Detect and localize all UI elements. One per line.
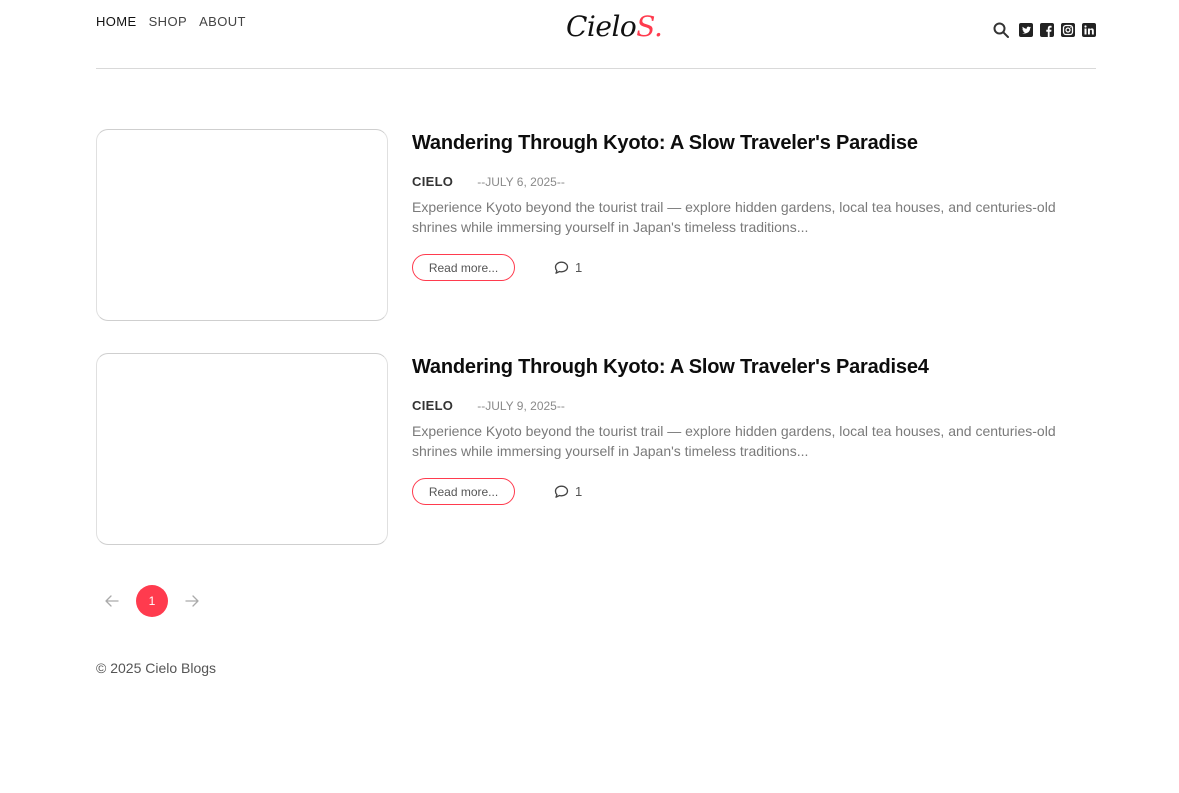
post-meta: CIELO --JULY 6, 2025-- [412, 174, 565, 189]
main-nav: HOME SHOP ABOUT [96, 14, 246, 29]
linkedin-icon[interactable] [1082, 23, 1096, 37]
post-thumbnail[interactable] [96, 129, 388, 321]
post-author[interactable]: CIELO [412, 398, 453, 413]
comments-link[interactable]: 1 [554, 260, 582, 275]
read-more-button[interactable]: Read more... [412, 478, 515, 505]
read-more-button[interactable]: Read more... [412, 254, 515, 281]
logo-text: Cielo [566, 10, 637, 43]
post-title[interactable]: Wandering Through Kyoto: A Slow Traveler… [412, 356, 929, 379]
arrow-left-icon [105, 595, 119, 607]
comments-link[interactable]: 1 [554, 484, 582, 499]
logo-accent: S. [636, 10, 663, 43]
page-number-current[interactable]: 1 [136, 585, 168, 617]
post-excerpt: Experience Kyoto beyond the tourist trai… [412, 423, 1056, 459]
next-page-button[interactable] [176, 585, 208, 617]
post-thumbnail[interactable] [96, 353, 388, 545]
comment-icon [554, 261, 569, 274]
pagination: 1 [96, 585, 208, 617]
comment-count: 1 [575, 484, 583, 499]
post-date: --JULY 9, 2025-- [477, 398, 565, 413]
prev-page-button[interactable] [96, 585, 128, 617]
arrow-right-icon [185, 595, 199, 607]
nav-shop[interactable]: SHOP [149, 14, 187, 29]
nav-about[interactable]: ABOUT [199, 14, 246, 29]
footer-copyright: © 2025 Cielo Blogs [96, 660, 217, 676]
site-header: HOME SHOP ABOUT CieloS. [96, 0, 1096, 69]
twitter-icon[interactable] [1019, 23, 1033, 37]
header-icons [993, 22, 1096, 38]
site-logo[interactable]: CieloS. [566, 10, 663, 43]
facebook-icon[interactable] [1040, 23, 1054, 37]
post-title[interactable]: Wandering Through Kyoto: A Slow Traveler… [412, 132, 918, 155]
comment-icon [554, 485, 569, 498]
post-date: --JULY 6, 2025-- [477, 174, 565, 189]
post-meta: CIELO --JULY 9, 2025-- [412, 398, 565, 413]
instagram-icon[interactable] [1061, 23, 1075, 37]
post-author[interactable]: CIELO [412, 174, 453, 189]
post-excerpt: Experience Kyoto beyond the tourist trai… [412, 199, 1056, 235]
comment-count: 1 [575, 260, 583, 275]
search-icon[interactable] [993, 22, 1009, 38]
post-card: Wandering Through Kyoto: A Slow Traveler… [96, 129, 1096, 322]
post-card: Wandering Through Kyoto: A Slow Traveler… [96, 353, 1096, 546]
nav-home[interactable]: HOME [96, 14, 137, 29]
